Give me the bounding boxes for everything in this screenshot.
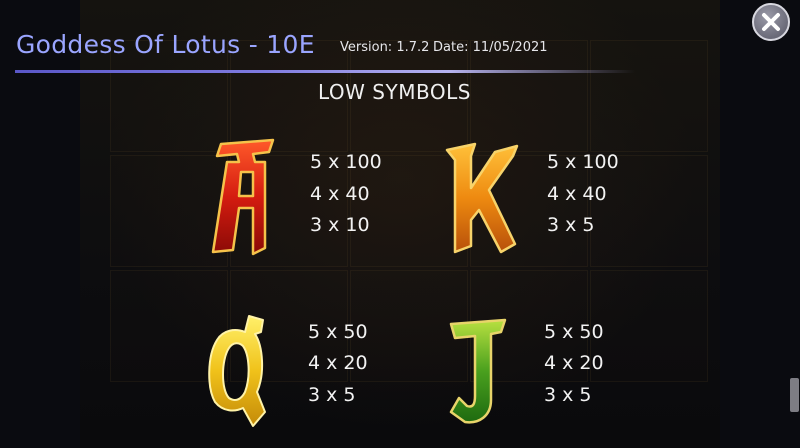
payout-k-3: 3 x 5 xyxy=(547,214,595,236)
title-underline xyxy=(15,70,635,73)
game-board-backdrop xyxy=(80,0,720,448)
scrollbar-thumb[interactable] xyxy=(790,378,799,412)
section-title: LOW SYMBOLS xyxy=(318,80,471,104)
version-label: Version: 1.7.2 xyxy=(340,40,430,55)
payout-j-3: 3 x 5 xyxy=(544,384,592,406)
payout-q-5: 5 x 50 xyxy=(308,321,368,343)
date-label: Date: 11/05/2021 xyxy=(433,40,548,55)
close-button[interactable] xyxy=(752,3,790,41)
payout-a-5: 5 x 100 xyxy=(310,151,382,173)
game-title: Goddess Of Lotus - 10E xyxy=(16,30,315,59)
symbol-q-icon xyxy=(205,312,269,430)
payout-q-4: 4 x 20 xyxy=(308,352,368,374)
payout-a-3: 3 x 10 xyxy=(310,214,370,236)
symbol-j-icon xyxy=(445,316,511,428)
payout-a-4: 4 x 40 xyxy=(310,183,370,205)
payout-j-4: 4 x 20 xyxy=(544,352,604,374)
symbol-a-icon xyxy=(203,138,281,258)
symbol-k-icon xyxy=(441,140,523,256)
payout-q-3: 3 x 5 xyxy=(308,384,356,406)
payout-j-5: 5 x 50 xyxy=(544,321,604,343)
close-icon xyxy=(762,13,780,31)
payout-k-4: 4 x 40 xyxy=(547,183,607,205)
payout-k-5: 5 x 100 xyxy=(547,151,619,173)
